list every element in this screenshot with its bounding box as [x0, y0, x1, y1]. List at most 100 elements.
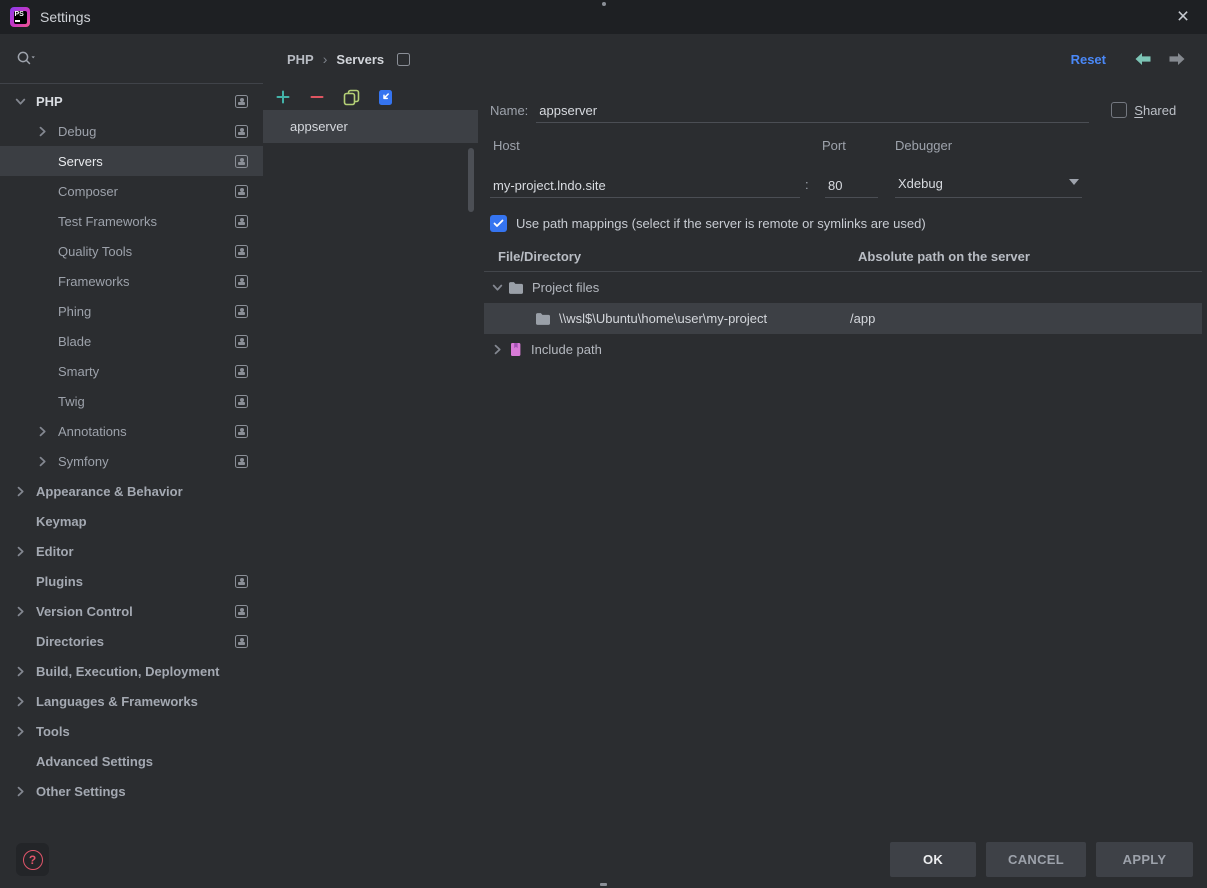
sidebar-item-debug[interactable]: Debug — [0, 116, 263, 146]
copy-button[interactable] — [339, 86, 363, 108]
add-button[interactable] — [271, 86, 295, 108]
mapping-group-row[interactable]: Include path — [484, 334, 1202, 365]
sidebar-item-version-control[interactable]: Version Control — [0, 596, 263, 626]
chevron-down-icon[interactable] — [488, 282, 506, 293]
sidebar-item-languages-frameworks[interactable]: Languages & Frameworks — [0, 686, 263, 716]
mapping-row[interactable]: \\wsl$\Ubuntu\home\user\my-project/app — [484, 303, 1202, 334]
server-name: appserver — [290, 119, 348, 134]
sidebar-item-label: PHP — [36, 94, 63, 109]
window-title: Settings — [40, 9, 91, 25]
help-icon: ? — [23, 850, 43, 870]
host-input[interactable]: my-project.lndo.site — [490, 172, 800, 198]
table-header: File/Directory Absolute path on the serv… — [484, 246, 1202, 272]
sidebar-item-label: Frameworks — [58, 274, 130, 289]
sidebar-item-frameworks[interactable]: Frameworks — [0, 266, 263, 296]
host-port-separator: : — [805, 177, 809, 192]
breadcrumb-separator: › — [323, 51, 328, 67]
chevron-right-icon[interactable] — [34, 426, 58, 437]
sidebar-item-php[interactable]: PHP — [0, 86, 263, 116]
project-level-badge-icon — [235, 425, 248, 438]
sidebar-item-phing[interactable]: Phing — [0, 296, 263, 326]
shared-checkbox-group[interactable]: Shared — [1111, 102, 1176, 118]
sidebar-item-annotations[interactable]: Annotations — [0, 416, 263, 446]
sidebar-item-build-execution-deployment[interactable]: Build, Execution, Deployment — [0, 656, 263, 686]
project-level-badge-icon — [235, 95, 248, 108]
sidebar-item-symfony[interactable]: Symfony — [0, 446, 263, 476]
chevron-right-icon[interactable] — [12, 606, 36, 617]
chevron-down-icon[interactable] — [12, 96, 36, 107]
port-label: Port — [822, 138, 846, 153]
sidebar-item-test-frameworks[interactable]: Test Frameworks — [0, 206, 263, 236]
sidebar-item-keymap[interactable]: Keymap — [0, 506, 263, 536]
sidebar-item-smarty[interactable]: Smarty — [0, 356, 263, 386]
sidebar-item-composer[interactable]: Composer — [0, 176, 263, 206]
sidebar-item-other-settings[interactable]: Other Settings — [0, 776, 263, 806]
project-level-badge-icon — [235, 245, 248, 258]
project-level-badge-icon — [235, 635, 248, 648]
mapping-group-row[interactable]: Project files — [484, 272, 1202, 303]
shared-checkbox[interactable] — [1111, 102, 1127, 118]
local-path: \\wsl$\Ubuntu\home\user\my-project — [559, 311, 767, 326]
project-level-badge-icon — [235, 125, 248, 138]
chevron-down-icon — [1069, 179, 1079, 185]
sidebar-item-label: Version Control — [36, 604, 133, 619]
port-input[interactable]: 80 — [825, 172, 878, 198]
sidebar-item-servers[interactable]: Servers — [0, 146, 263, 176]
settings-search-input[interactable] — [0, 34, 263, 84]
chevron-right-icon[interactable] — [12, 696, 36, 707]
chevron-right-icon[interactable] — [34, 126, 58, 137]
cancel-button[interactable]: CANCEL — [986, 842, 1086, 877]
name-input[interactable]: appserver — [536, 97, 1089, 123]
breadcrumb-php[interactable]: PHP — [287, 52, 314, 67]
sidebar-item-quality-tools[interactable]: Quality Tools — [0, 236, 263, 266]
sidebar-item-tools[interactable]: Tools — [0, 716, 263, 746]
sidebar-item-twig[interactable]: Twig — [0, 386, 263, 416]
sidebar-item-label: Languages & Frameworks — [36, 694, 198, 709]
sidebar-item-label: Phing — [58, 304, 91, 319]
folder-icon — [535, 312, 551, 326]
debugger-select[interactable]: Xdebug — [895, 172, 1082, 198]
sidebar-item-label: Build, Execution, Deployment — [36, 664, 219, 679]
project-level-badge-icon — [397, 53, 410, 66]
sidebar-item-label: Blade — [58, 334, 91, 349]
chevron-right-icon[interactable] — [12, 666, 36, 677]
chevron-right-icon[interactable] — [12, 546, 36, 557]
close-icon[interactable]: × — [1169, 7, 1197, 27]
chevron-right-icon[interactable] — [12, 486, 36, 497]
sidebar-item-label: Keymap — [36, 514, 87, 529]
sidebar-item-directories[interactable]: Directories — [0, 626, 263, 656]
sidebar-item-label: Other Settings — [36, 784, 126, 799]
chevron-right-icon[interactable] — [12, 786, 36, 797]
chevron-right-icon[interactable] — [12, 726, 36, 737]
use-path-mappings-checkbox[interactable] — [490, 215, 507, 232]
project-level-badge-icon — [235, 395, 248, 408]
server-list-toolbar — [263, 84, 478, 110]
remote-path: /app — [850, 311, 875, 326]
sidebar-item-label: Test Frameworks — [58, 214, 157, 229]
sidebar-item-editor[interactable]: Editor — [0, 536, 263, 566]
sidebar-item-blade[interactable]: Blade — [0, 326, 263, 356]
settings-dialog: PS Settings × PHPDebugServersComposerTes… — [0, 0, 1207, 888]
use-path-mappings-group: Use path mappings (select if the server … — [490, 212, 1202, 234]
paste-button[interactable] — [373, 86, 397, 108]
settings-sidebar: PHP DebugServersComposer Test Frameworks Qu… — [0, 34, 263, 888]
remove-button[interactable] — [305, 86, 329, 108]
sidebar-item-appearance-behavior[interactable]: Appearance & Behavior — [0, 476, 263, 506]
chevron-right-icon[interactable] — [488, 344, 506, 355]
apply-button[interactable]: APPLY — [1096, 842, 1193, 877]
help-button[interactable]: ? — [16, 843, 49, 876]
ok-button[interactable]: OK — [890, 842, 976, 877]
forward-arrow-icon[interactable] — [1168, 52, 1186, 66]
project-level-badge-icon — [235, 275, 248, 288]
project-level-badge-icon — [235, 455, 248, 468]
content-header: PHP › Servers Reset — [263, 34, 1207, 84]
server-list-scrollbar[interactable] — [468, 148, 474, 212]
back-arrow-icon[interactable] — [1134, 52, 1152, 66]
group-label: Include path — [531, 342, 602, 357]
chevron-right-icon[interactable] — [34, 456, 58, 467]
sidebar-item-plugins[interactable]: Plugins — [0, 566, 263, 596]
name-label: Name: — [490, 103, 528, 118]
server-list-item[interactable]: appserver — [263, 110, 478, 143]
sidebar-item-advanced-settings[interactable]: Advanced Settings — [0, 746, 263, 776]
reset-link[interactable]: Reset — [1071, 52, 1106, 67]
